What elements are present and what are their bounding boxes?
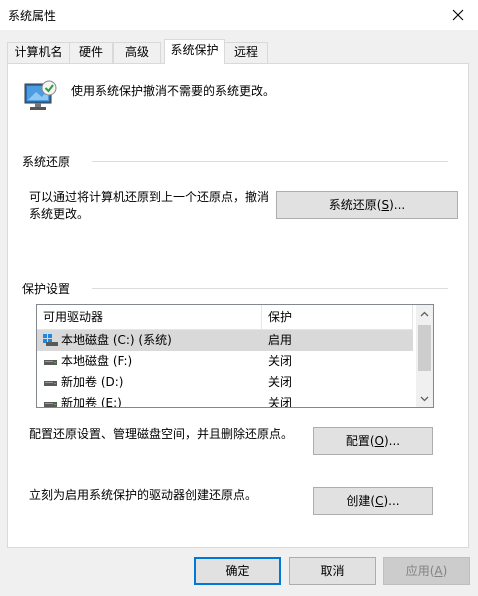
button-mnemonic: S xyxy=(381,198,390,212)
drive-protection: 启用 xyxy=(268,333,293,347)
chevron-up-icon xyxy=(420,311,429,316)
tab-label: 硬件 xyxy=(78,45,103,59)
button-label: 应用( xyxy=(405,564,435,578)
close-icon xyxy=(452,9,464,21)
system-restore-description: 可以通过将计算机还原到上一个还原点，撤消系统更改。 xyxy=(29,190,270,221)
tab-label: 高级 xyxy=(124,45,149,59)
drive-row[interactable]: 本地磁盘 (F:) 关闭 xyxy=(37,351,413,372)
column-header-protection[interactable]: 保护 xyxy=(262,305,413,330)
scroll-up-button[interactable] xyxy=(416,305,433,322)
drive-name: 本地磁盘 (C:) (系统) xyxy=(61,333,172,347)
button-label-suffix: )... xyxy=(383,494,400,508)
system-restore-button[interactable]: 系统还原(S)... xyxy=(276,191,458,219)
drive-name-cell: 新加卷 (E:) xyxy=(43,393,122,408)
create-button[interactable]: 创建(C)... xyxy=(313,487,433,515)
button-mnemonic: O xyxy=(374,434,384,448)
system-drive-icon xyxy=(43,334,58,346)
window-title: 系统属性 xyxy=(8,9,57,23)
drive-list-scrollbar[interactable] xyxy=(416,305,433,407)
ok-button[interactable]: 确定 xyxy=(194,557,281,585)
scroll-thumb[interactable] xyxy=(418,325,431,371)
drive-icon xyxy=(44,360,57,365)
apply-button[interactable]: 应用(A) xyxy=(383,557,470,585)
drive-name: 新加卷 (D:) xyxy=(61,375,124,389)
tab-remote[interactable]: 远程 xyxy=(224,42,268,63)
button-label: 配置( xyxy=(345,434,375,448)
scroll-down-button[interactable] xyxy=(416,390,433,407)
system-restore-divider xyxy=(92,161,448,162)
drive-protection: 关闭 xyxy=(268,354,293,368)
drive-icon xyxy=(44,402,57,407)
tab-system-protection[interactable]: 系统保护 xyxy=(164,39,225,64)
system-restore-heading: 系统还原 xyxy=(22,153,79,170)
drive-name-cell: 新加卷 (D:) xyxy=(43,372,123,392)
drive-list-header: 可用驱动器 保护 xyxy=(37,305,413,330)
intro-text: 使用系统保护撤消不需要的系统更改。 xyxy=(71,84,276,98)
tab-computer-name[interactable]: 计算机名 xyxy=(7,42,70,63)
cancel-button[interactable]: 取消 xyxy=(289,557,376,585)
drive-name-cell: 本地磁盘 (C:) (系统) xyxy=(43,330,172,350)
drive-protection: 关闭 xyxy=(268,375,293,389)
drive-name: 新加卷 (E:) xyxy=(61,396,122,408)
drive-row[interactable]: 新加卷 (E:) 关闭 xyxy=(37,393,413,408)
button-label: 系统还原( xyxy=(328,198,382,212)
system-protection-icon xyxy=(24,80,57,110)
drive-row[interactable]: 新加卷 (D:) 关闭 xyxy=(37,372,413,393)
button-label-suffix: )... xyxy=(389,198,406,212)
button-label: 取消 xyxy=(320,564,345,578)
close-button[interactable] xyxy=(438,0,478,30)
button-label-suffix: ) xyxy=(442,564,448,578)
configure-button[interactable]: 配置(O)... xyxy=(313,427,433,455)
drive-protection: 关闭 xyxy=(268,396,293,408)
button-label-suffix: )... xyxy=(384,434,401,448)
chevron-down-icon xyxy=(420,396,429,401)
protection-heading: 保护设置 xyxy=(22,280,79,297)
button-label: 创建( xyxy=(346,494,376,508)
drive-name-cell: 本地磁盘 (F:) xyxy=(43,351,132,371)
tab-advanced[interactable]: 高级 xyxy=(113,42,161,63)
protection-divider xyxy=(92,288,448,289)
drive-icon xyxy=(44,381,57,386)
configure-description: 配置还原设置、管理磁盘空间，并且删除还原点。 xyxy=(29,427,294,441)
create-description: 立刻为启用系统保护的驱动器创建还原点。 xyxy=(29,488,258,502)
drive-list[interactable]: 可用驱动器 保护 本地磁盘 (C:) (系统) 启用 本地磁盘 (F:) 关闭 … xyxy=(36,304,434,408)
tab-label: 远程 xyxy=(233,45,258,59)
title-bar: 系统属性 xyxy=(0,0,478,30)
drive-name: 本地磁盘 (F:) xyxy=(61,354,133,368)
tab-label: 计算机名 xyxy=(14,45,63,59)
button-mnemonic: C xyxy=(375,494,384,508)
column-header-drive[interactable]: 可用驱动器 xyxy=(37,305,262,330)
button-label: 确定 xyxy=(225,564,250,578)
drive-row[interactable]: 本地磁盘 (C:) (系统) 启用 xyxy=(37,330,413,351)
system-protection-panel: 使用系统保护撤消不需要的系统更改。 系统还原 可以通过将计算机还原到上一个还原点… xyxy=(7,63,469,548)
button-mnemonic: A xyxy=(434,564,443,578)
tab-label: 系统保护 xyxy=(170,43,219,57)
dialog-client: 计算机名 硬件 高级 系统保护 远程 使用系统保护撤消不需要的系统更改。 系统还… xyxy=(0,30,478,596)
tab-hardware[interactable]: 硬件 xyxy=(69,42,113,63)
